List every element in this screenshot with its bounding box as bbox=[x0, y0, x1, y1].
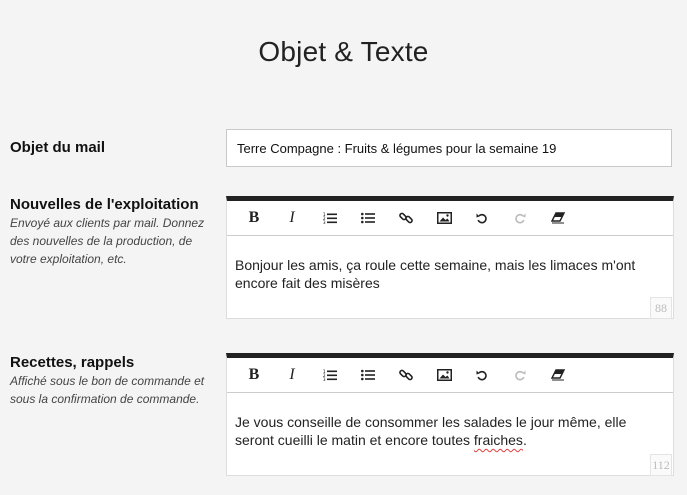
link-button[interactable] bbox=[387, 360, 425, 390]
italic-button[interactable]: I bbox=[273, 360, 311, 390]
undo-icon bbox=[476, 213, 487, 224]
eraser-button[interactable] bbox=[539, 203, 577, 233]
recipes-toolbar: B I 123 bbox=[227, 358, 673, 393]
image-button[interactable] bbox=[425, 360, 463, 390]
image-icon bbox=[436, 212, 452, 224]
eraser-button[interactable] bbox=[539, 360, 577, 390]
undo-button[interactable] bbox=[463, 203, 501, 233]
recipes-help: Affiché sous le bon de commande et sous … bbox=[10, 374, 205, 406]
redo-icon bbox=[515, 370, 526, 381]
bullet-list-icon bbox=[361, 369, 375, 381]
recipes-label: Recettes, rappels bbox=[10, 354, 135, 371]
svg-text:3: 3 bbox=[323, 220, 326, 224]
bullet-list-button[interactable] bbox=[349, 360, 387, 390]
bullet-list-icon bbox=[361, 212, 375, 224]
link-icon bbox=[399, 369, 413, 381]
svg-text:3: 3 bbox=[323, 377, 326, 381]
link-icon bbox=[399, 212, 413, 224]
recipes-char-counter: 112 bbox=[650, 454, 672, 476]
news-text: Bonjour les amis, ça roule cette semaine… bbox=[235, 257, 636, 291]
recipes-text-area[interactable]: Je vous conseille de consommer les salad… bbox=[227, 393, 673, 449]
eraser-icon bbox=[551, 369, 565, 381]
news-text-area[interactable]: Bonjour les amis, ça roule cette semaine… bbox=[227, 236, 673, 292]
redo-button[interactable] bbox=[501, 360, 539, 390]
ordered-list-button[interactable]: 123 bbox=[311, 360, 349, 390]
news-editor: B I 123 Bonjour les amis, ça roule cette… bbox=[226, 196, 674, 319]
image-icon bbox=[436, 369, 452, 381]
link-button[interactable] bbox=[387, 203, 425, 233]
undo-icon bbox=[476, 370, 487, 381]
ordered-list-icon: 123 bbox=[323, 212, 337, 224]
news-toolbar: B I 123 bbox=[227, 201, 673, 236]
recipes-editor: B I 123 Je vous conseille de consommer l… bbox=[226, 353, 674, 476]
image-button[interactable] bbox=[425, 203, 463, 233]
bullet-list-button[interactable] bbox=[349, 203, 387, 233]
recipes-text: Je vous conseille de consommer les salad… bbox=[235, 414, 627, 448]
subject-label: Objet du mail bbox=[10, 139, 106, 156]
subject-input[interactable] bbox=[226, 129, 672, 167]
bold-button[interactable]: B bbox=[235, 360, 273, 390]
redo-icon bbox=[515, 213, 526, 224]
bold-button[interactable]: B bbox=[235, 203, 273, 233]
ordered-list-button[interactable]: 123 bbox=[311, 203, 349, 233]
ordered-list-icon: 123 bbox=[323, 369, 337, 381]
news-label: Nouvelles de l'exploitation bbox=[10, 196, 199, 213]
news-help: Envoyé aux clients par mail. Donnez des … bbox=[10, 216, 205, 266]
page-title: Objet & Texte bbox=[258, 36, 429, 67]
redo-button[interactable] bbox=[501, 203, 539, 233]
italic-button[interactable]: I bbox=[273, 203, 311, 233]
undo-button[interactable] bbox=[463, 360, 501, 390]
recipes-text-end: . bbox=[522, 432, 527, 448]
eraser-icon bbox=[551, 212, 565, 224]
news-char-counter: 88 bbox=[650, 297, 672, 319]
misspelled-word: fraiches bbox=[473, 432, 523, 448]
